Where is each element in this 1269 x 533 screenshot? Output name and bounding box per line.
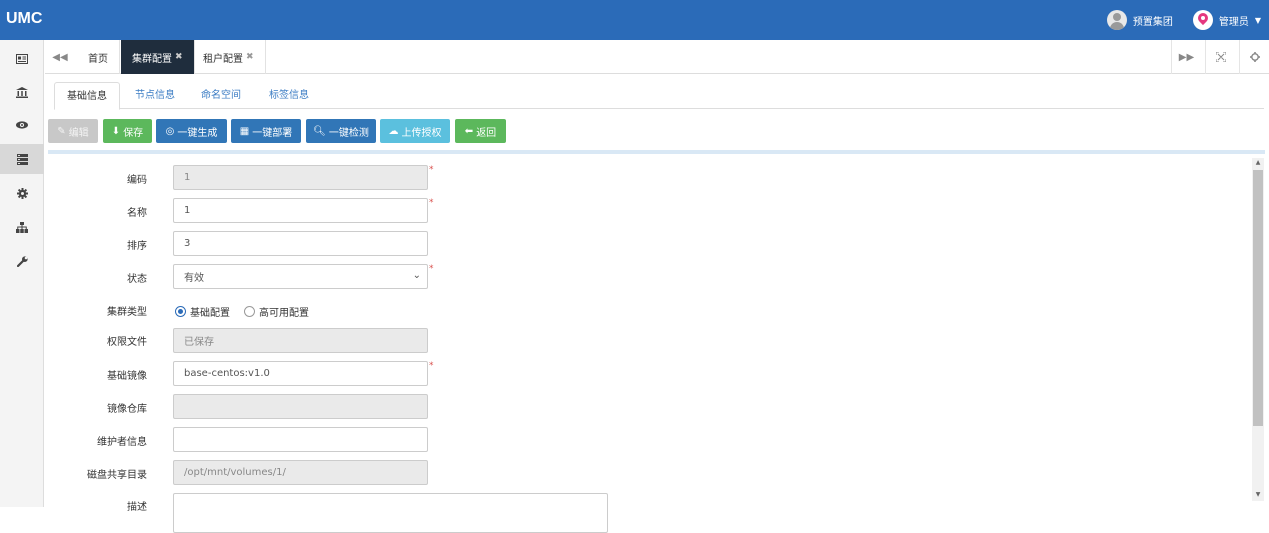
generate-button-label: 一键生成 bbox=[177, 127, 218, 139]
gear-icon[interactable] bbox=[0, 178, 44, 208]
disk-dir-field: /opt/mnt/volumes/1/ bbox=[173, 460, 428, 485]
fullscreen-icon[interactable] bbox=[1205, 40, 1235, 74]
group-avatar-icon bbox=[1106, 10, 1127, 30]
id-card-icon[interactable] bbox=[0, 44, 44, 74]
sidebar bbox=[0, 40, 44, 507]
eye-icon[interactable] bbox=[0, 110, 44, 140]
scroll-tabs-left-icon[interactable]: ◀◀ bbox=[45, 40, 75, 74]
license-field: 已保存 bbox=[173, 328, 428, 353]
radio-ha-config[interactable] bbox=[244, 306, 255, 317]
settings-gear-icon[interactable] bbox=[1239, 40, 1269, 74]
group-switcher[interactable]: 预置集团 bbox=[1106, 10, 1173, 30]
scroll-tabs-right-icon[interactable]: ▶▶ bbox=[1171, 40, 1201, 74]
location-pin-icon bbox=[1192, 10, 1213, 30]
tab-cluster-config[interactable]: 集群配置 ✖ bbox=[121, 40, 195, 74]
status-label: 状态 bbox=[127, 274, 147, 285]
cluster-type-label: 集群类型 bbox=[107, 307, 147, 318]
description-field[interactable] bbox=[173, 493, 608, 533]
required-mark: * bbox=[429, 264, 434, 274]
deploy-button[interactable]: ▦ 一键部署 bbox=[231, 119, 301, 143]
order-label: 排序 bbox=[127, 241, 147, 252]
user-name: 管理员 bbox=[1218, 16, 1249, 28]
tab-home-label: 首页 bbox=[88, 53, 108, 65]
subtab-node-info[interactable]: 节点信息 bbox=[124, 82, 186, 109]
base-image-field[interactable]: base-centos:v1.0 bbox=[173, 361, 428, 386]
close-icon[interactable]: ✖ bbox=[175, 52, 183, 62]
required-mark: * bbox=[429, 198, 434, 208]
download-icon: ⬇ bbox=[111, 125, 121, 137]
radio-basic-config-label: 基础配置 bbox=[190, 308, 230, 319]
status-select-value: 有效 bbox=[184, 273, 204, 284]
base-image-label: 基础镜像 bbox=[107, 371, 147, 382]
save-button-label: 保存 bbox=[123, 127, 144, 139]
caret-down-icon: ▼ bbox=[1254, 15, 1261, 25]
code-label: 编码 bbox=[127, 175, 147, 186]
server-icon[interactable] bbox=[0, 144, 44, 174]
arrow-left-icon: ⬅ bbox=[464, 125, 474, 137]
page-tab-bar: ◀◀ 首页 集群配置 ✖ 租户配置 ✖ ▶▶ bbox=[45, 40, 1269, 74]
scroll-up-icon[interactable]: ▲ bbox=[1252, 158, 1264, 168]
user-menu[interactable]: 管理员 ▼ bbox=[1192, 10, 1261, 30]
required-mark: * bbox=[429, 361, 434, 371]
edit-icon: ✎ bbox=[57, 125, 66, 137]
edit-button[interactable]: ✎ 编辑 bbox=[48, 119, 98, 143]
maintainer-field[interactable] bbox=[173, 427, 428, 452]
upload-cloud-icon: ☁ bbox=[388, 125, 399, 137]
sitemap-icon[interactable] bbox=[0, 212, 44, 242]
bank-icon[interactable] bbox=[0, 77, 44, 107]
required-mark: * bbox=[429, 165, 434, 175]
radio-basic-config[interactable] bbox=[175, 306, 186, 317]
maintainer-label: 维护者信息 bbox=[97, 437, 147, 448]
code-field: 1 bbox=[173, 165, 428, 190]
upload-license-button[interactable]: ☁ 上传授权 bbox=[380, 119, 450, 143]
tab-tenant-config[interactable]: 租户配置 ✖ bbox=[192, 40, 266, 74]
chevron-down-icon: ⌄ bbox=[412, 270, 421, 281]
grid-icon: ▦ bbox=[239, 125, 250, 137]
description-label: 描述 bbox=[127, 502, 147, 513]
check-button[interactable]: 🔍︎ 一键检测 bbox=[306, 119, 376, 143]
check-button-label: 一键检测 bbox=[328, 127, 369, 139]
search-icon: 🔍︎ bbox=[313, 125, 326, 137]
close-icon[interactable]: ✖ bbox=[246, 52, 254, 62]
license-label: 权限文件 bbox=[107, 337, 147, 348]
tab-tenant-config-label: 租户配置 bbox=[203, 53, 243, 65]
edit-button-label: 编辑 bbox=[68, 127, 89, 139]
back-button-label: 返回 bbox=[476, 127, 497, 139]
deploy-button-label: 一键部署 bbox=[252, 127, 293, 139]
scroll-down-icon[interactable]: ▼ bbox=[1252, 490, 1264, 500]
top-bar: UMC 预置集团 管理员 ▼ bbox=[0, 0, 1269, 40]
tab-home[interactable]: 首页 bbox=[77, 40, 120, 74]
subtab-namespace[interactable]: 命名空间 bbox=[190, 82, 252, 109]
radio-ha-config-label: 高可用配置 bbox=[259, 308, 309, 319]
sub-tab-bar: 基础信息 节点信息 命名空间 标签信息 bbox=[54, 82, 1264, 110]
target-icon: ◎ bbox=[165, 125, 175, 137]
subtab-tag-info[interactable]: 标签信息 bbox=[258, 82, 320, 109]
wrench-icon[interactable] bbox=[0, 246, 44, 276]
back-button[interactable]: ⬅ 返回 bbox=[455, 119, 506, 143]
scrollbar-thumb[interactable] bbox=[1253, 170, 1263, 426]
order-field[interactable]: 3 bbox=[173, 231, 428, 256]
name-field[interactable]: 1 bbox=[173, 198, 428, 223]
disk-dir-label: 磁盘共享目录 bbox=[87, 470, 147, 481]
tab-cluster-config-label: 集群配置 bbox=[132, 53, 172, 65]
generate-button[interactable]: ◎ 一键生成 bbox=[156, 119, 227, 143]
registry-field bbox=[173, 394, 428, 419]
subtab-basic-info[interactable]: 基础信息 bbox=[54, 82, 120, 110]
status-select[interactable]: 有效 ⌄ bbox=[173, 264, 428, 289]
app-logo: UMC bbox=[6, 10, 43, 27]
user-area: 预置集团 管理员 ▼ bbox=[1093, 8, 1261, 32]
cluster-type-radio-group: 基础配置 高可用配置 bbox=[175, 304, 309, 319]
name-label: 名称 bbox=[127, 208, 147, 219]
registry-label: 镜像仓库 bbox=[107, 404, 147, 415]
save-button[interactable]: ⬇ 保存 bbox=[103, 119, 152, 143]
group-name: 预置集团 bbox=[1132, 16, 1173, 28]
upload-license-button-label: 上传授权 bbox=[401, 127, 442, 139]
